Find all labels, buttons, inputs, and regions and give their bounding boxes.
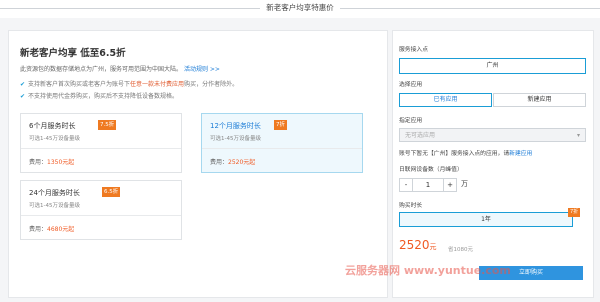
plan-price: 2520元起 [228, 159, 256, 166]
promo-bullet-2: ✔ 不支持使用代金券购买，购买后不支持降低设备数规格。 [20, 91, 178, 100]
quantity-input[interactable]: 1 [412, 178, 444, 192]
device-label: 日联网设备数（月峰值） [399, 167, 463, 173]
plan-range: 可选1-45万设备量级 [210, 136, 261, 142]
duration-option-1y[interactable]: 1年 [399, 212, 573, 227]
plan-price: 4680元起 [47, 226, 75, 233]
plan-fee: 费用：2520元起 [210, 157, 255, 166]
page-title: 新老客户均享特惠价 [260, 3, 340, 12]
savings-note: 省1080元 [448, 247, 473, 253]
plan-name: 6个月服务时长 [29, 122, 76, 130]
discount-badge: 7折 [274, 120, 287, 130]
plan-range: 可选1-45万设备量级 [29, 136, 80, 142]
app-select-placeholder: 无可选应用 [405, 132, 436, 139]
discount-badge: 6.5折 [102, 187, 121, 197]
fee-label: 费用： [210, 159, 229, 166]
purchase-panel: 服务接入点 广州 选择应用 已有应用 新建应用 指定应用 无可选应用 ▾ 账号下… [392, 30, 594, 298]
fee-label: 费用： [29, 159, 48, 166]
total-price: 2520元 [399, 238, 437, 252]
account-note-text: 账号下暂无【广州】服务接入点的应用，请 [399, 151, 510, 157]
header-bar: 新老客户均享特惠价 [0, 0, 600, 18]
chevron-down-icon: ▾ [576, 132, 580, 139]
region-notice-text: 此资源包的数据存储地点为广州，服务可用范围为中国大陆。 [20, 66, 183, 73]
duration-discount-badge: 7折 [568, 208, 581, 217]
quantity-stepper: - 1 + [399, 178, 457, 192]
plan-price: 1350元起 [47, 159, 75, 166]
fee-label: 费用： [29, 226, 48, 233]
increment-button[interactable]: + [443, 178, 457, 192]
discount-badge: 7.5折 [98, 120, 117, 130]
decrement-button[interactable]: - [399, 178, 413, 192]
header-title-wrap: 新老客户均享特惠价 [0, 2, 600, 13]
card-divider [21, 215, 181, 216]
quantity-unit: 万 [461, 180, 468, 188]
account-note: 账号下暂无【广州】服务接入点的应用，请新建应用 [399, 148, 532, 157]
promo-heading: 新老客户均享 低至6.5折 [20, 48, 126, 59]
check-icon: ✔ [20, 93, 26, 100]
select-app-label: 指定应用 [399, 118, 423, 124]
bullet-2-text: 不支持使用代金券购买，购买后不支持降低设备数规格。 [28, 93, 179, 100]
duration-label: 购买时长 [399, 203, 423, 209]
region-select[interactable]: 广州 [399, 58, 586, 74]
plan-card-6m[interactable]: 6个月服务时长 7.5折 可选1-45万设备量级 费用：1350元起 [20, 113, 182, 173]
total-price-value: 2520 [399, 238, 430, 252]
card-divider [202, 148, 362, 149]
plan-name: 24个月服务时长 [29, 189, 80, 197]
plan-fee: 费用：4680元起 [29, 224, 74, 233]
total-price-unit: 元 [429, 243, 437, 251]
create-app-link[interactable]: 新建应用 [509, 151, 532, 157]
bullet-1-pre: 支持新客户首次购买或老客户为账号下 [28, 81, 131, 88]
plan-card-12m[interactable]: 12个月服务时长 7折 可选1-45万设备量级 费用：2520元起 [201, 113, 363, 173]
plan-fee: 费用：1350元起 [29, 157, 74, 166]
check-icon: ✔ [20, 81, 26, 88]
app-label: 选择应用 [399, 82, 423, 88]
plan-range: 可选1-45万设备量级 [29, 203, 80, 209]
plan-card-24m[interactable]: 24个月服务时长 6.5折 可选1-45万设备量级 费用：4680元起 [20, 180, 182, 240]
promo-bullet-1: ✔ 支持新客户首次购买或老客户为账号下任意一款未付费应用购买，分作者除外。 [20, 79, 238, 88]
card-divider [21, 148, 181, 149]
region-label: 服务接入点 [399, 47, 428, 53]
bullet-1-highlight: 任意一款未付费应用 [130, 81, 185, 88]
new-app-option[interactable]: 新建应用 [493, 93, 586, 107]
bullet-1-post: 购买，分作者除外。 [184, 81, 239, 88]
region-notice: 此资源包的数据存储地点为广州，服务可用范围为中国大陆。 活动规则 >> [20, 64, 220, 73]
app-select[interactable]: 无可选应用 ▾ [399, 128, 586, 142]
rules-link[interactable]: 活动规则 >> [184, 66, 220, 73]
promo-panel: 新老客户均享 低至6.5折 此资源包的数据存储地点为广州，服务可用范围为中国大陆… [8, 30, 388, 298]
plan-name: 12个月服务时长 [210, 122, 261, 130]
existing-app-option[interactable]: 已有应用 [399, 93, 492, 107]
watermark: 云服务器网 www.yuntue.com [345, 264, 511, 277]
